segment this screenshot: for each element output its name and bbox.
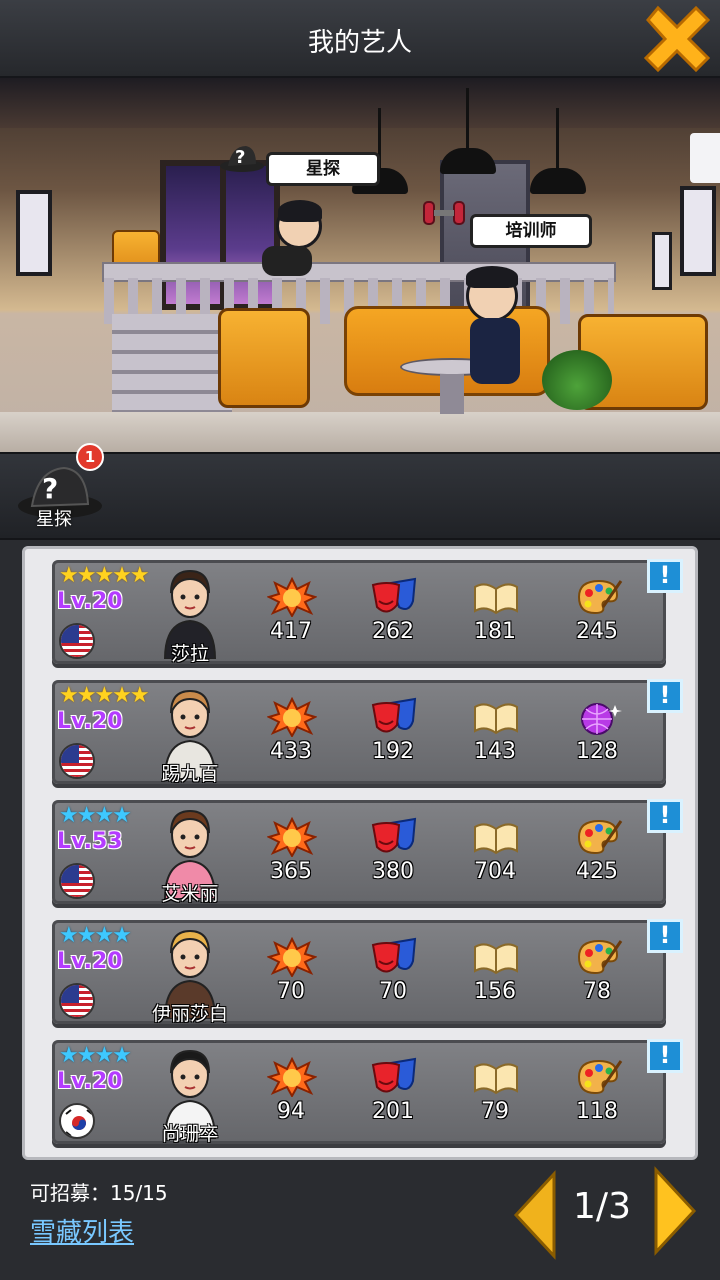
stat-value: 143 — [474, 739, 516, 764]
star-rating: ★★★★★ — [59, 563, 150, 588]
header-bar: 我的艺人 — [0, 0, 720, 78]
drama-mask-icon — [369, 697, 419, 737]
info-button[interactable]: ! — [647, 919, 683, 953]
prev-page-arrow-icon[interactable] — [512, 1170, 558, 1260]
artist-name: 莎拉 — [170, 643, 209, 665]
drama-mask-icon — [369, 1057, 419, 1097]
explosion-icon — [266, 936, 318, 979]
scout-label: 星探 — [36, 509, 72, 530]
artist-card[interactable]: ★★★★★ Lv.20 踢九百 433 192 143 128! — [52, 679, 683, 785]
palette-icon — [573, 577, 623, 617]
usa-flag-icon — [59, 623, 95, 659]
level-label: Lv.53 — [57, 829, 123, 854]
artist-card[interactable]: ★★★★ Lv.20 伊丽莎白 70 70 156 78! — [52, 919, 683, 1025]
stat-value: 380 — [372, 859, 414, 884]
level-label: Lv.20 — [57, 1069, 123, 1094]
drama-mask-icon — [369, 937, 419, 977]
stat-value: 365 — [270, 859, 312, 884]
stat-value: 417 — [270, 619, 312, 644]
next-page-arrow-icon[interactable] — [652, 1166, 698, 1256]
artist-card[interactable]: ★★★★★ Lv.20 莎拉 417 262 181 245! — [52, 559, 683, 665]
drama-mask-icon — [369, 577, 419, 617]
star-rating: ★★★★★ — [59, 683, 150, 708]
info-button[interactable]: ! — [647, 1039, 683, 1073]
info-button[interactable]: ! — [647, 679, 683, 713]
svg-text:?: ? — [235, 147, 245, 168]
book-icon — [471, 577, 521, 617]
page-indicator: 1/3 — [573, 1186, 631, 1227]
trainer-tag[interactable]: 培训师 — [470, 214, 592, 248]
disco-ball-icon — [573, 697, 623, 737]
page-title: 我的艺人 — [307, 28, 412, 58]
svg-text:?: ? — [42, 472, 58, 505]
usa-flag-icon — [59, 863, 95, 899]
stat-value: 201 — [372, 1099, 414, 1124]
stat-value: 433 — [270, 739, 312, 764]
star-rating: ★★★★ — [59, 803, 132, 828]
level-label: Lv.20 — [57, 949, 123, 974]
star-rating: ★★★★ — [59, 923, 132, 948]
info-button[interactable]: ! — [647, 559, 683, 593]
stat-value: 94 — [277, 1099, 305, 1124]
explosion-icon — [266, 576, 318, 619]
drama-mask-icon — [369, 817, 419, 857]
artist-name: 伊丽莎白 — [151, 1003, 228, 1025]
artist-name: 尚珊卒 — [161, 1123, 219, 1145]
artist-name: 艾米丽 — [161, 883, 219, 905]
scout-hat-icon: ? — [220, 146, 264, 172]
artist-card[interactable]: ★★★★ Lv.20 尚珊卒 94 201 79 118! — [52, 1039, 683, 1145]
stat-value: 78 — [583, 979, 611, 1004]
palette-icon — [573, 937, 623, 977]
scout-bar — [0, 452, 720, 540]
stat-value: 79 — [481, 1099, 509, 1124]
book-icon — [471, 937, 521, 977]
stat-value: 262 — [372, 619, 414, 644]
book-icon — [471, 817, 521, 857]
usa-flag-icon — [59, 983, 95, 1019]
stat-value: 118 — [576, 1099, 618, 1124]
stat-value: 192 — [372, 739, 414, 764]
stat-value: 70 — [277, 979, 305, 1004]
info-button[interactable]: ! — [647, 799, 683, 833]
book-icon — [471, 697, 521, 737]
scout-tag[interactable]: 星探 — [266, 152, 380, 186]
stat-value: 128 — [576, 739, 618, 764]
agency-scene: ? 星探 培训师 — [0, 78, 720, 452]
palette-icon — [573, 1057, 623, 1097]
explosion-icon — [266, 816, 318, 859]
vault-list-link[interactable]: 雪藏列表 — [30, 1212, 134, 1249]
dumbbell-icon — [423, 201, 465, 225]
level-label: Lv.20 — [57, 709, 123, 734]
palette-icon — [573, 817, 623, 857]
star-rating: ★★★★ — [59, 1043, 132, 1068]
level-label: Lv.20 — [57, 589, 123, 614]
explosion-icon — [266, 696, 318, 739]
book-icon — [471, 1057, 521, 1097]
artist-card[interactable]: ★★★★ Lv.53 艾米丽 365 380 704 425! — [52, 799, 683, 905]
notification-badge: 1 — [76, 443, 104, 471]
stat-value: 425 — [576, 859, 618, 884]
close-icon[interactable] — [638, 0, 716, 78]
explosion-icon — [266, 1056, 318, 1099]
recruit-count: 可招募：15/15 — [30, 1181, 168, 1205]
korea-flag-icon — [59, 1103, 95, 1139]
usa-flag-icon — [59, 743, 95, 779]
artist-name: 踢九百 — [161, 763, 219, 785]
stat-value: 156 — [474, 979, 516, 1004]
stat-value: 245 — [576, 619, 618, 644]
stat-value: 181 — [474, 619, 516, 644]
stat-value: 70 — [379, 979, 407, 1004]
stat-value: 704 — [474, 859, 516, 884]
